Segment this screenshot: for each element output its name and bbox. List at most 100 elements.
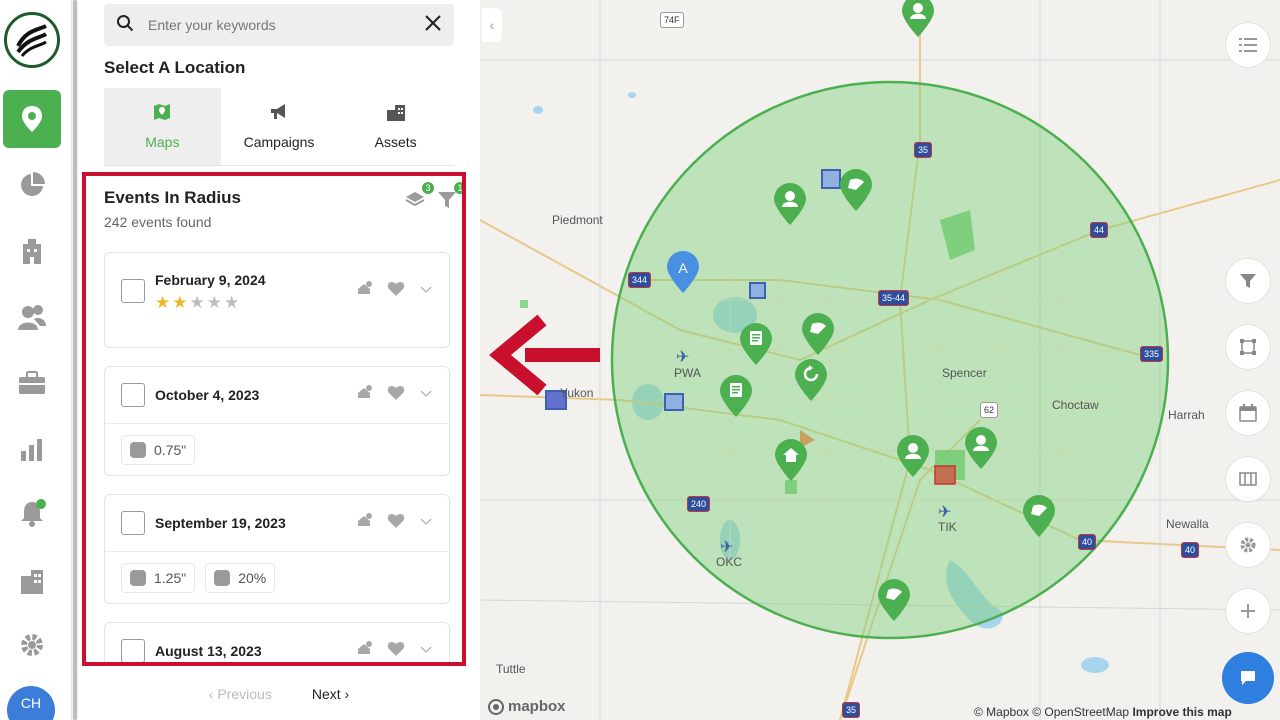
refresh-pin-icon[interactable] [793,358,829,402]
chip-text: 0.75" [154,441,187,458]
chat-button[interactable] [1222,652,1274,704]
chip-text: 1.25" [154,569,187,586]
map-label: TIK [938,520,957,534]
tab-label: Assets [374,134,417,150]
gear-icon[interactable] [3,616,61,674]
search-input[interactable]: Enter your keywords [148,17,424,33]
logo-icon[interactable] [4,12,60,68]
tab-bar: Maps Campaigns Assets [104,88,454,166]
list-view-button[interactable] [1225,22,1271,68]
briefcase-icon[interactable] [3,354,61,412]
next-button[interactable]: Next › [312,686,349,702]
rating-stars: ★ ★ ★ ★ ★ [155,294,266,311]
star-filled-icon[interactable]: ★ [155,294,170,311]
assignment-pin-icon[interactable]: A [665,250,701,294]
attribution-text[interactable]: © Mapbox © OpenStreetMap [974,705,1129,719]
hail-icon [130,441,146,458]
office-icon[interactable] [3,552,61,610]
zoom-in-button[interactable] [1225,588,1271,634]
next-label: Next [311,686,341,702]
improve-map-link[interactable]: Improve this map [1132,705,1231,719]
event-date: February 9, 2024 [155,271,266,288]
home-pin-icon[interactable] [773,438,809,482]
hail-size-chip: 0.75" [121,434,196,465]
events-title: Events In Radius [104,188,241,207]
search-bar[interactable]: Enter your keywords [104,4,454,46]
person-pin-icon[interactable] [772,182,808,226]
heart-icon[interactable] [387,385,405,406]
map-label: Newalla [1166,517,1209,531]
event-card[interactable]: February 9, 2024 ★ ★ ★ ★ ★ [104,252,450,348]
tab-campaigns[interactable]: Campaigns [221,88,338,165]
assets-icon [386,103,406,124]
collapse-panel-button[interactable]: ‹ [482,8,502,42]
map-view[interactable]: ‹ 74F 35 44 35-44 344 335 62 240 40 40 3… [480,0,1280,720]
map-pin-icon[interactable] [3,90,61,148]
heart-icon[interactable] [387,281,405,302]
tab-maps[interactable]: Maps [104,88,221,165]
hail-wind-icon[interactable] [355,280,373,303]
gear-icon[interactable] [1225,522,1271,568]
filter-icon[interactable] [1225,258,1271,304]
map-label: OKC [716,555,743,569]
hail-pin-icon[interactable] [1021,494,1057,538]
events-scrollbar[interactable] [456,176,462,662]
route-shield: 35 [914,142,933,158]
person-pin-icon[interactable] [895,434,931,478]
event-checkbox[interactable] [121,639,145,662]
mapbox-logo[interactable]: mapbox [488,698,566,715]
star-empty-icon[interactable]: ★ [190,294,205,311]
previous-button[interactable]: ‹ Previous [209,686,272,702]
chevron-down-icon[interactable] [419,282,433,300]
event-checkbox[interactable] [121,511,145,535]
map-label: Tuttle [496,662,526,676]
person-pin-icon[interactable] [900,0,936,38]
hail-wind-icon[interactable] [355,512,373,535]
svg-text:A: A [678,260,688,276]
clear-icon[interactable] [424,14,442,37]
previous-label: Previous [217,686,272,702]
star-filled-icon[interactable]: ★ [172,294,187,311]
star-empty-icon[interactable]: ★ [207,294,222,311]
layers-icon[interactable]: 3 [404,182,434,212]
hail-wind-icon[interactable] [355,640,373,663]
star-empty-icon[interactable]: ★ [224,294,239,311]
event-card[interactable]: August 13, 2023 [104,622,450,663]
pagination: ‹ Previous Next › [78,680,480,708]
tab-assets[interactable]: Assets [337,88,454,165]
users-icon[interactable] [3,288,61,346]
hail-size-chip: 1.25" [121,562,196,593]
hail-wind-icon[interactable] [355,384,373,407]
megaphone-icon [269,103,289,124]
document-pin-icon[interactable] [738,322,774,366]
chevron-down-icon[interactable] [419,642,433,660]
building-icon[interactable] [3,222,61,280]
avatar[interactable]: CH [7,686,55,720]
bell-icon[interactable] [3,484,61,542]
chevron-down-icon[interactable] [419,514,433,532]
event-checkbox[interactable] [121,279,145,303]
person-pin-icon[interactable] [963,426,999,470]
hail-pin-icon[interactable] [838,168,874,212]
event-card[interactable]: September 19, 2023 1.25" 20% [104,494,450,604]
event-card[interactable]: October 4, 2023 0.75" [104,366,450,476]
bar-chart-icon[interactable] [3,420,61,478]
heart-icon[interactable] [387,641,405,662]
draw-shape-button[interactable] [1225,324,1271,370]
pie-chart-icon[interactable] [3,156,61,214]
route-shield: 74F [660,12,684,28]
probability-chip: 20% [205,562,276,593]
document-pin-icon[interactable] [718,374,754,418]
map-label: Harrah [1168,408,1205,422]
hail-pin-icon[interactable] [876,578,912,622]
layers-view-button[interactable] [1225,456,1271,502]
event-date: August 13, 2023 [155,643,262,659]
search-icon [116,14,134,37]
chevron-down-icon[interactable] [419,386,433,404]
tab-label: Maps [145,134,180,150]
heart-icon[interactable] [387,513,405,534]
search-radius-circle [610,80,1170,640]
hail-pin-icon[interactable] [800,312,836,356]
event-checkbox[interactable] [121,383,145,407]
calendar-icon[interactable] [1225,390,1271,436]
